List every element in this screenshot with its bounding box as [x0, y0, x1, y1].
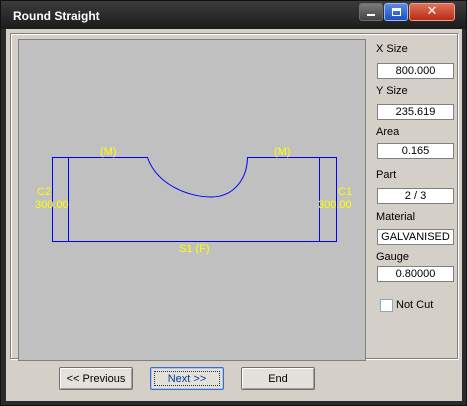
dialog-window: Round Straight ✕ (M) (M) C2 300.00 C1 30…: [0, 0, 467, 406]
gauge-field: 0.80000: [377, 266, 454, 282]
area-field: 0.165: [377, 143, 454, 159]
not-cut-checkbox[interactable]: [380, 299, 393, 312]
minimize-icon: [367, 14, 375, 16]
maximize-button[interactable]: [384, 3, 408, 21]
dialog-client-area: (M) (M) C2 300.00 C1 300.00 S1 (F) X Siz…: [6, 29, 462, 401]
y-size-field: 235.619: [377, 104, 454, 120]
part-label: Part: [376, 169, 397, 181]
part-drawing: (M) (M) C2 300.00 C1 300.00 S1 (F): [35, 146, 352, 255]
material-label: Material: [376, 211, 416, 223]
part-field: 2 / 3: [377, 188, 454, 204]
label-right-name: C1: [338, 186, 352, 198]
close-button[interactable]: ✕: [409, 3, 455, 21]
x-size-field: 800.000: [377, 63, 454, 79]
y-size-label: Y Size: [376, 85, 408, 97]
label-top-left: (M): [100, 146, 117, 158]
minimize-button[interactable]: [359, 3, 383, 21]
next-button[interactable]: Next >>: [150, 367, 224, 390]
window-title: Round Straight: [13, 9, 100, 23]
outline-path: [52, 157, 337, 242]
x-size-label: X Size: [376, 43, 408, 55]
label-left-value: 300.00: [35, 199, 69, 211]
title-bar[interactable]: Round Straight ✕: [1, 1, 466, 29]
area-label: Area: [376, 126, 400, 138]
gauge-label: Gauge: [376, 251, 410, 263]
not-cut-label[interactable]: Not Cut: [396, 299, 433, 311]
previous-button[interactable]: << Previous: [59, 367, 133, 390]
label-right-value: 300.00: [318, 199, 352, 211]
part-outline: [52, 157, 337, 242]
label-top-right: (M): [274, 146, 291, 158]
close-icon: ✕: [426, 4, 438, 19]
label-bottom: S1 (F): [179, 243, 210, 255]
end-button[interactable]: End: [241, 367, 315, 390]
drawing-labels: (M) (M) C2 300.00 C1 300.00 S1 (F): [35, 146, 352, 255]
label-left-name: C2: [37, 186, 51, 198]
maximize-icon: [391, 8, 401, 16]
part-preview-canvas: (M) (M) C2 300.00 C1 300.00 S1 (F): [18, 39, 366, 361]
material-field: GALVANISED: [377, 229, 454, 245]
